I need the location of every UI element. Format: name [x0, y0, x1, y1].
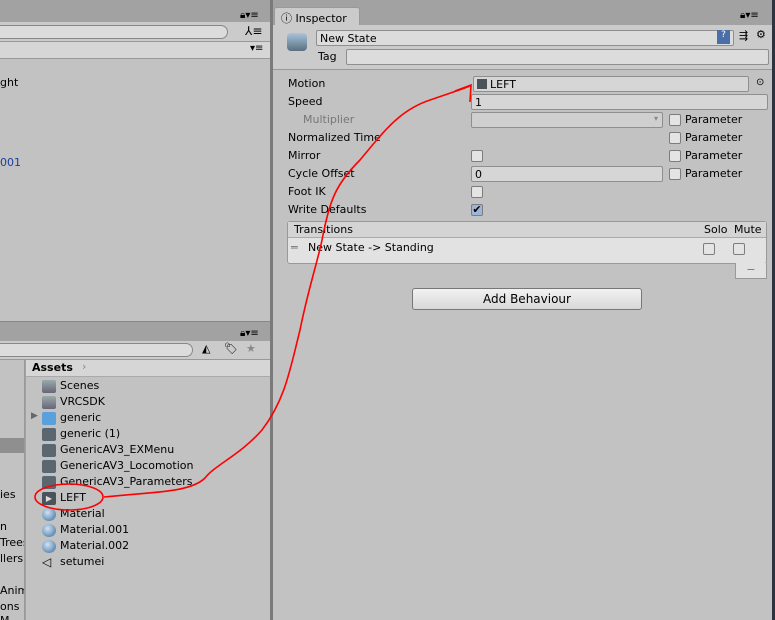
- red-annotation: [34, 83, 472, 511]
- annotation-arrow-line: [103, 85, 471, 498]
- annotation-circle: [34, 483, 104, 511]
- annotation-arrowhead: [454, 83, 472, 103]
